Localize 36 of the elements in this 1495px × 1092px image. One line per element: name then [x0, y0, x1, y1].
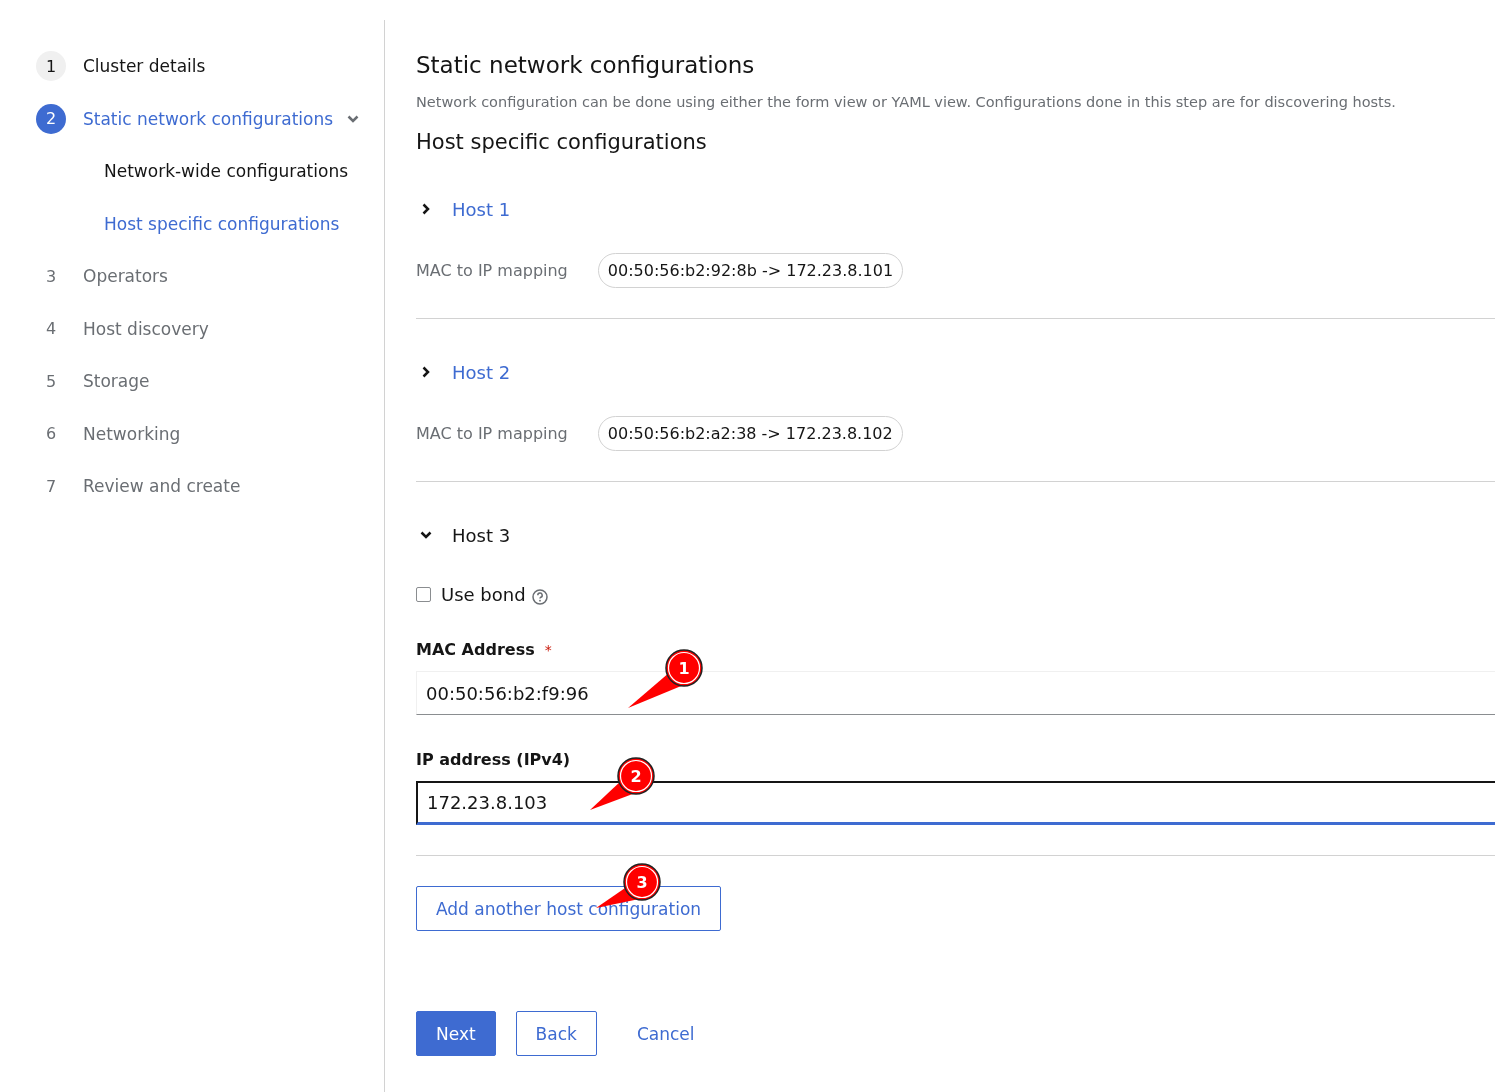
footer-button[interactable]: Back — [515, 1011, 597, 1056]
wizard-step[interactable]: Operators — [83, 266, 168, 286]
host-toggle[interactable]: Host 2 — [452, 361, 511, 383]
step-number: 2 — [36, 103, 66, 134]
wizard-step[interactable]: Cluster details — [83, 56, 206, 76]
checkbox[interactable] — [416, 587, 431, 602]
page-description: Network configuration can be done using either the form view or YAML view. Configurations done in this step are for discovering hosts. — [416, 94, 1397, 110]
step-number: 3 — [44, 265, 58, 288]
host-toggle[interactable]: Host 1 — [452, 198, 511, 220]
chevron-right-icon[interactable] — [420, 366, 432, 378]
chevron-down-icon[interactable] — [420, 529, 432, 541]
wizard-step[interactable]: Networking — [83, 423, 181, 444]
chevron-right-icon[interactable] — [420, 203, 432, 215]
mapping-label: MAC to IP mapping — [416, 424, 568, 443]
help-icon[interactable] — [531, 588, 548, 605]
step-number: 6 — [44, 423, 58, 445]
step-number: 1 — [36, 51, 66, 81]
step-number: 4 — [44, 318, 58, 340]
step-number: 7 — [44, 475, 58, 498]
checkbox-label: Use bond — [441, 584, 526, 605]
required-mark: * — [544, 641, 552, 658]
page-title: Static network configurations — [416, 52, 756, 78]
wizard-step[interactable]: Host discovery — [83, 318, 209, 339]
field-label: IP address (IPv4) — [416, 750, 571, 769]
wizard-step[interactable]: Review and create — [83, 476, 241, 496]
wizard-substep[interactable]: Network-wide configurations — [0, 153, 384, 189]
field-label: MAC Address — [416, 640, 535, 659]
wizard-substep[interactable]: Host specific configurations — [0, 205, 384, 242]
mapping-label: MAC to IP mapping — [416, 261, 568, 280]
section-title: Host specific configurations — [416, 130, 708, 154]
host-toggle[interactable]: Host 3 — [452, 524, 511, 546]
footer-button[interactable]: Next — [416, 1011, 496, 1056]
wizard-step[interactable]: Static network configurations — [83, 108, 334, 129]
wizard-step[interactable]: Storage — [83, 371, 150, 391]
step-number: 5 — [44, 370, 58, 393]
input-field[interactable]: 172.23.8.103 — [416, 781, 1495, 825]
